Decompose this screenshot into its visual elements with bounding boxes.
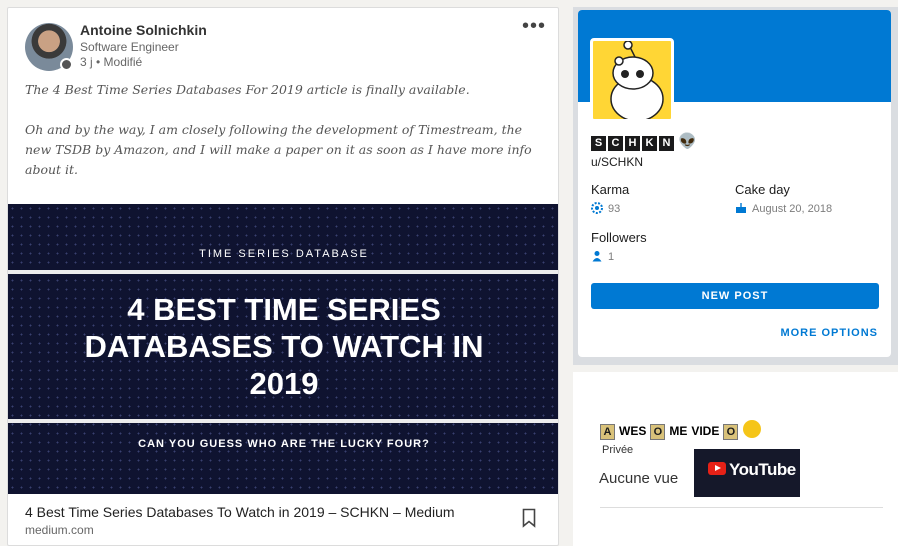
post-paragraph: Oh and by the way, I am closely followin… (25, 122, 532, 177)
profile-handle[interactable]: u/SCHKN (591, 155, 643, 169)
privacy-status: Privée (602, 444, 634, 456)
karma-label: Karma (591, 182, 630, 197)
play-icon (708, 462, 726, 475)
channel-letter-tile: A (600, 424, 615, 440)
channel-letter-tile: O (650, 424, 666, 440)
name-letter-tile: K (642, 136, 657, 151)
followers-count: 1 (608, 251, 615, 263)
article-link-title[interactable]: 4 Best Time Series Databases To Watch in… (25, 504, 455, 520)
alien-emoji-icon: 👽 (678, 133, 697, 150)
banner-kicker: TIME SERIES DATABASE (199, 248, 369, 260)
name-letter-tile: C (608, 136, 623, 151)
reddit-profile-widget: S C H K N 👽 u/SCHKN Karma 93 Cake day August … (573, 7, 898, 365)
youtube-logo[interactable]: YouTube (694, 449, 800, 497)
grinning-face-icon (743, 420, 762, 438)
channel-text: ME (669, 424, 688, 438)
snoo-avatar[interactable] (590, 38, 674, 122)
cakeday-value: August 20, 2018 (735, 202, 832, 215)
divider (600, 507, 883, 508)
karma-count: 93 (608, 203, 621, 215)
banner-title: 4 BEST TIME SERIES DATABASES TO WATCH IN… (84, 292, 484, 401)
article-banner-image[interactable]: TIME SERIES DATABASE 4 BEST TIME SERIES … (8, 204, 558, 494)
cake-icon (736, 203, 746, 213)
name-letter-tile: N (659, 136, 674, 151)
post-meta: 3 j • Modifié (80, 55, 143, 69)
channel-text: VIDE (691, 424, 720, 438)
linkedin-post-card: Antoine Solnichkin Software Engineer 3 j… (7, 7, 559, 546)
name-letter-tile: H (625, 136, 640, 151)
presence-indicator-icon (60, 58, 73, 71)
karma-icon (591, 202, 603, 214)
snoo-icon (610, 41, 664, 119)
channel-text: WES (619, 424, 647, 438)
article-link-domain: medium.com (25, 523, 94, 537)
youtube-widget: A WES O ME VIDE O Privée Aucune vue YouTube (573, 372, 898, 546)
new-post-button[interactable]: NEW POST (591, 283, 879, 309)
followers-label: Followers (591, 230, 647, 245)
banner-divider (8, 270, 558, 274)
youtube-wordmark: YouTube (729, 460, 796, 479)
followers-value: 1 (591, 250, 614, 263)
author-name[interactable]: Antoine Solnichkin (80, 22, 207, 38)
banner-subtitle: CAN YOU GUESS WHO ARE THE LUCKY FOUR? (138, 438, 430, 450)
reddit-profile-card: S C H K N 👽 u/SCHKN Karma 93 Cake day August … (578, 10, 891, 357)
bookmark-icon[interactable] (522, 508, 536, 528)
channel-letter-tile: O (723, 424, 739, 440)
cakeday-label: Cake day (735, 182, 790, 197)
author-headline: Software Engineer (80, 40, 179, 54)
name-letter-tile: S (591, 136, 606, 151)
banner-divider (8, 419, 558, 423)
more-options-link[interactable]: MORE OPTIONS (780, 327, 878, 339)
view-count: Aucune vue (599, 470, 679, 487)
karma-value: 93 (591, 202, 620, 215)
profile-display-name: S C H K N 👽 (591, 132, 697, 151)
youtube-channel-title[interactable]: A WES O ME VIDE O (600, 420, 762, 440)
post-paragraph: The 4 Best Time Series Databases For 201… (25, 82, 470, 97)
cakeday-date: August 20, 2018 (752, 203, 833, 215)
person-icon (592, 251, 602, 262)
more-actions-icon[interactable]: ••• (522, 16, 546, 36)
